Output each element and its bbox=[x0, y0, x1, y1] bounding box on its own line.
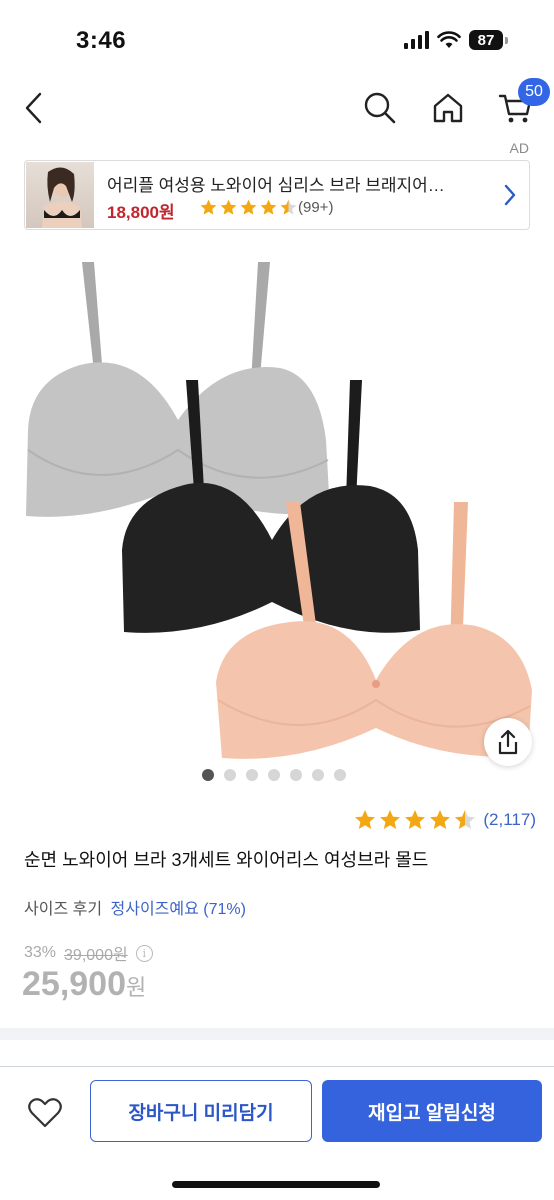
product-image bbox=[26, 262, 532, 759]
status-bar: 3:46 87 bbox=[0, 0, 554, 80]
ad-title: 어리플 여성용 노와이어 심리스 브라 브래지어… bbox=[107, 176, 445, 195]
star-full-icon bbox=[380, 810, 401, 829]
ad-label: AD bbox=[509, 140, 529, 156]
battery-level: 87 bbox=[469, 30, 503, 50]
home-button[interactable] bbox=[426, 86, 470, 130]
pagination-dot[interactable] bbox=[334, 769, 346, 781]
share-button[interactable] bbox=[484, 718, 532, 766]
sale-price: 25,900원 bbox=[22, 965, 146, 1004]
wifi-icon bbox=[437, 31, 461, 48]
ad-review-count: (99+) bbox=[298, 199, 334, 216]
status-icons: 87 bbox=[404, 30, 508, 50]
chevron-left-icon bbox=[25, 92, 42, 124]
rating-stars bbox=[353, 808, 477, 832]
product-title: 순면 노와이어 브라 3개세트 와이어리스 여성브라 몰드 bbox=[24, 850, 429, 870]
price-unit: 원 bbox=[126, 975, 147, 1000]
restock-alert-button[interactable]: 재입고 알림신청 bbox=[322, 1080, 542, 1142]
nav-bar bbox=[0, 80, 554, 136]
ad-thumbnail bbox=[26, 162, 94, 228]
search-icon bbox=[364, 92, 396, 124]
size-review-value: 정사이즈예요 (71%) bbox=[110, 901, 246, 918]
wishlist-button[interactable] bbox=[22, 1091, 68, 1135]
pagination-dot[interactable] bbox=[202, 769, 214, 781]
add-to-cart-button[interactable]: 장바구니 미리담기 bbox=[90, 1080, 312, 1142]
original-price: 39,000원 bbox=[64, 947, 128, 964]
pagination-dot[interactable] bbox=[224, 769, 236, 781]
star-half-icon bbox=[455, 810, 476, 829]
cart-count-badge: 50 bbox=[518, 78, 550, 106]
ad-banner[interactable]: 어리플 여성용 노와이어 심리스 브라 브래지어… 18,800원 (99+) bbox=[24, 160, 530, 230]
bottom-action-bar: 장바구니 미리담기 재입고 알림신청 bbox=[0, 1066, 554, 1200]
price-number: 25,900 bbox=[22, 965, 126, 1003]
search-button[interactable] bbox=[358, 86, 402, 130]
section-divider bbox=[0, 1028, 554, 1040]
product-rating[interactable]: (2,117) bbox=[353, 808, 536, 832]
gallery-pagination bbox=[202, 769, 346, 781]
star-full-icon bbox=[405, 810, 426, 829]
star-half-icon bbox=[280, 199, 297, 215]
battery-icon: 87 bbox=[469, 30, 508, 50]
pagination-dot[interactable] bbox=[312, 769, 324, 781]
home-indicator bbox=[172, 1181, 380, 1188]
info-icon[interactable]: i bbox=[135, 944, 153, 962]
gray-bra-image bbox=[26, 262, 330, 517]
star-full-icon bbox=[240, 199, 257, 215]
discount-row: 33% 39,000원 i bbox=[24, 941, 153, 965]
review-count: (2,117) bbox=[483, 810, 536, 829]
signal-icon bbox=[404, 31, 429, 49]
heart-icon bbox=[28, 1098, 62, 1128]
ad-rating-stars bbox=[199, 198, 298, 217]
star-full-icon bbox=[200, 199, 217, 215]
pagination-dot[interactable] bbox=[246, 769, 258, 781]
star-full-icon bbox=[220, 199, 237, 215]
star-full-icon bbox=[430, 810, 451, 829]
product-image-gallery[interactable] bbox=[0, 250, 554, 770]
status-time: 3:46 bbox=[76, 27, 127, 54]
share-icon bbox=[498, 729, 518, 755]
size-review-label: 사이즈 후기 bbox=[24, 901, 103, 918]
home-icon bbox=[433, 93, 463, 123]
discount-rate: 33% bbox=[24, 944, 57, 961]
pagination-dot[interactable] bbox=[290, 769, 302, 781]
star-full-icon bbox=[355, 810, 376, 829]
pagination-dot[interactable] bbox=[268, 769, 280, 781]
chevron-right-icon bbox=[503, 183, 517, 212]
ad-price: 18,800원 bbox=[107, 203, 175, 222]
star-full-icon bbox=[260, 199, 277, 215]
size-review[interactable]: 사이즈 후기 정사이즈예요 (71%) bbox=[24, 895, 246, 919]
back-button[interactable] bbox=[14, 84, 54, 132]
